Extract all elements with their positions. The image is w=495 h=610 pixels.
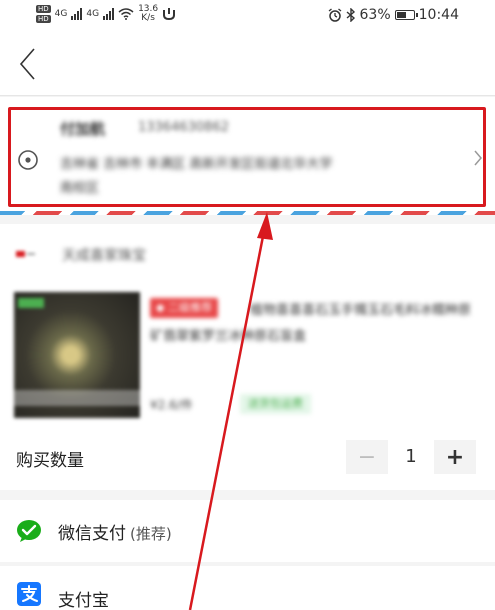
back-button[interactable] <box>8 44 48 84</box>
recipient-name: 付加航 <box>60 120 106 138</box>
chevron-right-icon <box>474 150 482 166</box>
cellular-signal-icon <box>103 8 115 20</box>
wechat-pay-icon <box>17 520 41 542</box>
status-right: 63% 10:44 <box>328 7 459 23</box>
recipient-address: 吉林省 吉林市 丰满区 高新开发区街道北华大学 南校区 <box>60 153 450 201</box>
status-left: HD HD 4G 4G 13.6 K/s <box>36 5 176 23</box>
bluetooth-icon <box>346 8 355 22</box>
quantity-stepper: − 1 + <box>346 440 476 474</box>
promo-badge: ◆ 二级推荐 <box>150 298 218 318</box>
shop-name: 天成喜家珠宝 <box>62 248 146 264</box>
shop-logo-icon <box>16 251 35 257</box>
battery-percent: 63% <box>359 7 391 23</box>
airmail-stripe-divider <box>0 211 495 215</box>
chevron-left-icon <box>19 48 35 80</box>
address-line-2: 南校区 <box>60 181 100 196</box>
thumbnail-tag <box>18 298 44 308</box>
product-price: ¥2.6/件 <box>150 398 193 412</box>
wechat-pay-label: 微信支付 <box>58 524 126 544</box>
hd-badges: HD HD <box>36 5 51 23</box>
product-item[interactable]: 植物喜喜喜石玉手镯玉石毛料冰糯种原矿翡翠紫罗兰冰种原石盲盒 ◆ 二级推荐 ¥2.… <box>0 286 495 428</box>
decrease-quantity-button[interactable]: − <box>346 440 388 474</box>
product-service-tag: 送货包运费 <box>240 394 311 414</box>
thumbnail-caption-bar <box>14 390 140 406</box>
payment-option-alipay[interactable]: 支付宝 <box>0 566 495 610</box>
cellular-signal-icon <box>71 8 83 20</box>
location-pin-icon <box>18 150 38 170</box>
hd-badge: HD <box>36 5 51 13</box>
network-speed: 13.6 K/s <box>138 5 158 23</box>
quantity-row: 购买数量 − 1 + <box>0 428 495 490</box>
recipient-phone: 13364630862 <box>138 120 229 135</box>
quantity-value[interactable]: 1 <box>388 440 434 474</box>
quantity-label: 购买数量 <box>16 451 84 471</box>
wifi-icon <box>118 8 134 20</box>
status-bar: HD HD 4G 4G 13.6 K/s 63% 10:44 <box>0 0 495 34</box>
hd-badge: HD <box>36 15 51 23</box>
address-line-1: 吉林省 吉林市 丰满区 高新开发区街道北华大学 <box>60 157 333 172</box>
product-thumbnail[interactable] <box>14 292 140 418</box>
alipay-icon <box>17 582 41 606</box>
payment-label: 微信支付 (推荐) <box>58 519 172 544</box>
top-nav-bar <box>0 34 495 96</box>
alarm-icon <box>328 8 341 22</box>
payment-option-wechat[interactable]: 微信支付 (推荐) <box>0 500 495 562</box>
app-notification-icon <box>163 8 176 21</box>
battery-fill <box>396 12 407 18</box>
battery-icon <box>394 10 418 20</box>
increase-quantity-button[interactable]: + <box>434 440 476 474</box>
shop-row[interactable]: 天成喜家珠宝 <box>0 224 495 286</box>
network-label: 4G <box>54 9 68 19</box>
clock: 10:44 <box>418 7 459 23</box>
network-speed-unit: K/s <box>141 13 155 23</box>
shipping-address-card[interactable]: 付加航 13364630862 吉林省 吉林市 丰满区 高新开发区街道北华大学 … <box>0 97 495 215</box>
alipay-label: 支付宝 <box>58 591 109 610</box>
network-label: 4G <box>86 9 100 19</box>
recommended-note: (推荐) <box>130 525 172 543</box>
